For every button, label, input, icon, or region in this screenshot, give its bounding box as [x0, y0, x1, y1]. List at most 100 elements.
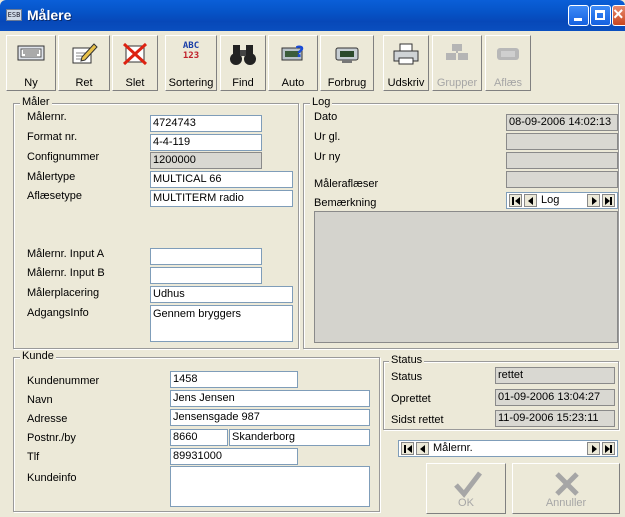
oprettet-label: Oprettet: [391, 393, 431, 405]
last-record-button[interactable]: [602, 194, 615, 207]
auto-button[interactable]: ? Auto: [268, 35, 318, 91]
tlf-label: Tlf: [27, 451, 40, 463]
bemaerkning-label: Bemærkning: [314, 197, 377, 209]
ur-ny-field: [506, 152, 618, 169]
postnr-field[interactable]: 8660: [170, 429, 228, 446]
format-field[interactable]: 4-4-119: [150, 134, 262, 151]
sortering-label: Sortering: [168, 77, 214, 89]
minimize-button[interactable]: [568, 5, 589, 26]
config-label: Confignummer: [27, 151, 100, 163]
printer-icon: [393, 43, 419, 65]
edit-pencil-icon: [72, 43, 98, 64]
inputa-field[interactable]: [150, 248, 262, 265]
auto-label: Auto: [281, 77, 305, 89]
placering-field[interactable]: Udhus: [150, 286, 293, 303]
dato-label: Dato: [314, 111, 338, 123]
log-navigator: Log: [506, 192, 618, 209]
adgang-field[interactable]: Gennem bryggers: [150, 305, 293, 342]
nav-first-button[interactable]: [401, 442, 414, 455]
config-field: 1200000: [150, 152, 262, 169]
kunde-group-title: Kunde: [20, 350, 56, 362]
annuller-button: Annuller: [512, 463, 620, 514]
by-field[interactable]: Skanderborg: [229, 429, 370, 446]
ur-ny-label: Ur ny: [314, 151, 341, 163]
format-label: Format nr.: [27, 131, 78, 143]
ok-label: OK: [458, 497, 474, 509]
abc-123-icon: ABC 123: [182, 41, 200, 61]
forbrug-button[interactable]: Forbrug: [320, 35, 374, 91]
read-meter-icon: [497, 48, 519, 60]
ny-button[interactable]: Ny: [6, 35, 56, 91]
first-record-button[interactable]: [509, 194, 522, 207]
malertype-field[interactable]: MULTICAL 66: [150, 171, 293, 188]
malernr-field[interactable]: 4724743: [150, 115, 262, 132]
maleraflaeser-label: Måleraflæser: [314, 178, 379, 190]
placering-label: Målerplacering: [27, 287, 100, 299]
window-title: Målere: [27, 7, 72, 23]
log-group-title: Log: [310, 96, 333, 108]
ret-button[interactable]: Ret: [58, 35, 110, 91]
next-record-button[interactable]: [587, 194, 600, 207]
groups-icon: [446, 44, 468, 60]
maleraflaeser-field: [506, 171, 618, 188]
cancel-x-icon: [555, 472, 579, 496]
status-label: Status: [391, 371, 423, 383]
inputb-label: Målernr. Input B: [27, 267, 105, 279]
adgang-label: AdgangsInfo: [27, 307, 89, 319]
toolbar: Ny Ret Slet ABC 123 Sortering Find ? Aut…: [0, 31, 625, 94]
navn-label: Navn: [27, 394, 53, 406]
kundenummer-label: Kundenummer: [27, 375, 100, 387]
close-button[interactable]: [612, 4, 625, 26]
inputb-field[interactable]: [150, 267, 262, 284]
aflaes-label: Aflæs: [493, 77, 523, 89]
maximize-button[interactable]: [590, 5, 611, 26]
sidst-rettet-field: 11-09-2006 15:23:11: [495, 410, 615, 427]
find-button[interactable]: Find: [220, 35, 266, 91]
bemaerkning-field: [314, 211, 618, 343]
grupper-button: Grupper: [432, 35, 482, 91]
kundenummer-field[interactable]: 1458: [170, 371, 298, 388]
malernr-label: Målernr.: [27, 111, 67, 123]
title-bar[interactable]: ESB Målere: [0, 0, 625, 31]
find-label: Find: [232, 77, 254, 89]
adresse-label: Adresse: [27, 413, 68, 425]
ur-gl-label: Ur gl.: [314, 131, 341, 143]
malernr-navigator-label: Målernr.: [433, 442, 473, 454]
binoculars-icon: [230, 45, 256, 65]
ret-label: Ret: [75, 77, 93, 89]
kundeinfo-label: Kundeinfo: [27, 472, 77, 484]
meter-icon: [335, 47, 359, 63]
forbrug-label: Forbrug: [327, 77, 367, 89]
udskriv-label: Udskriv: [387, 77, 425, 89]
ur-gl-field: [506, 133, 618, 150]
inputa-label: Målernr. Input A: [27, 248, 105, 260]
navn-field[interactable]: Jens Jensen: [170, 390, 370, 407]
adresse-field[interactable]: Jensensgade 987: [170, 409, 370, 426]
delete-x-icon: [122, 42, 148, 66]
prev-record-button[interactable]: [524, 194, 537, 207]
tlf-field[interactable]: 89931000: [170, 448, 298, 465]
postnr-label: Postnr./by: [27, 432, 76, 444]
ny-label: Ny: [24, 77, 38, 89]
kundeinfo-field[interactable]: [170, 466, 370, 507]
aflaesetype-field[interactable]: MULTITERM radio: [150, 190, 293, 207]
sortering-button[interactable]: ABC 123 Sortering: [165, 35, 217, 91]
nav-prev-button[interactable]: [416, 442, 429, 455]
ok-button: OK: [426, 463, 506, 514]
dato-field: 08-09-2006 14:02:13: [506, 114, 618, 131]
slet-label: Slet: [125, 77, 145, 89]
malernr-navigator: Målernr.: [398, 440, 618, 457]
aflaesetype-label: Aflæsetype: [27, 190, 83, 202]
nav-next-button[interactable]: [587, 442, 600, 455]
status-group-title: Status: [389, 354, 425, 366]
nav-last-button[interactable]: [602, 442, 615, 455]
udskriv-button[interactable]: Udskriv: [383, 35, 429, 91]
maler-group-title: Måler: [20, 96, 52, 108]
grupper-label: Grupper: [436, 77, 478, 89]
auto-help-icon: ?: [281, 42, 304, 61]
sidst-rettet-label: Sidst rettet: [391, 414, 444, 426]
aflaes-button: Aflæs: [485, 35, 531, 91]
keyboard-icon: [17, 45, 45, 61]
app-icon: ESB: [6, 9, 22, 21]
slet-button[interactable]: Slet: [112, 35, 158, 91]
